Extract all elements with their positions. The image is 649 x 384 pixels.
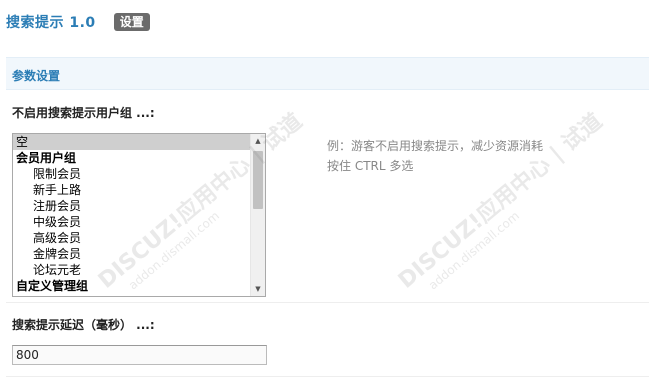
hint-line-1: 例：游客不启用搜索提示，减少资源消耗	[327, 139, 544, 153]
usergroup-options: 空会员用户组 限制会员 新手上路 注册会员 中级会员 高级会员 金牌会员 论坛元老 自定义管理组	[13, 134, 250, 294]
scroll-up-icon[interactable]: ▲	[251, 134, 265, 148]
select-option[interactable]: 论坛元老	[13, 262, 250, 278]
watermark-tag: 试道	[557, 108, 608, 157]
usergroup-select[interactable]: 空会员用户组 限制会员 新手上路 注册会员 中级会员 高级会员 金牌会员 论坛元老 自定义管理组…	[12, 133, 266, 297]
settings-tag[interactable]: 设置	[113, 13, 150, 31]
watermark: DISCUZ!应用中心 | 试道 addon.dismall.com	[390, 104, 617, 305]
scroll-down-icon[interactable]: ▼	[251, 282, 265, 296]
row-divider	[6, 302, 649, 303]
select-option[interactable]: 限制会员	[13, 166, 250, 182]
page-header: 搜索提示 1.0 设置	[6, 10, 150, 34]
section-header: 参数设置	[6, 57, 649, 90]
section-title: 参数设置	[12, 69, 61, 83]
select-option[interactable]: 高级会员	[13, 230, 250, 246]
select-option[interactable]: 中级会员	[13, 214, 250, 230]
usergroup-label: 不启用搜索提示用户组 ...:	[12, 106, 155, 120]
delay-input[interactable]: 800	[12, 345, 267, 365]
usergroup-hint: 例：游客不启用搜索提示，减少资源消耗 按住 CTRL 多选	[327, 136, 543, 176]
scrollbar-thumb[interactable]	[253, 151, 263, 209]
option-group[interactable]: 会员用户组	[13, 150, 250, 166]
select-option[interactable]: 空	[13, 134, 250, 150]
select-option[interactable]: 新手上路	[13, 182, 250, 198]
listbox-scrollbar[interactable]: ▲ ▼	[250, 134, 265, 296]
delay-label: 搜索提示延迟（毫秒） ...:	[12, 318, 155, 332]
row-divider	[6, 376, 649, 377]
hint-line-2: 按住 CTRL 多选	[327, 159, 414, 173]
select-option[interactable]: 注册会员	[13, 198, 250, 214]
page-title: 搜索提示 1.0	[6, 15, 96, 31]
option-group[interactable]: 自定义管理组	[13, 278, 250, 294]
select-option[interactable]: 金牌会员	[13, 246, 250, 262]
